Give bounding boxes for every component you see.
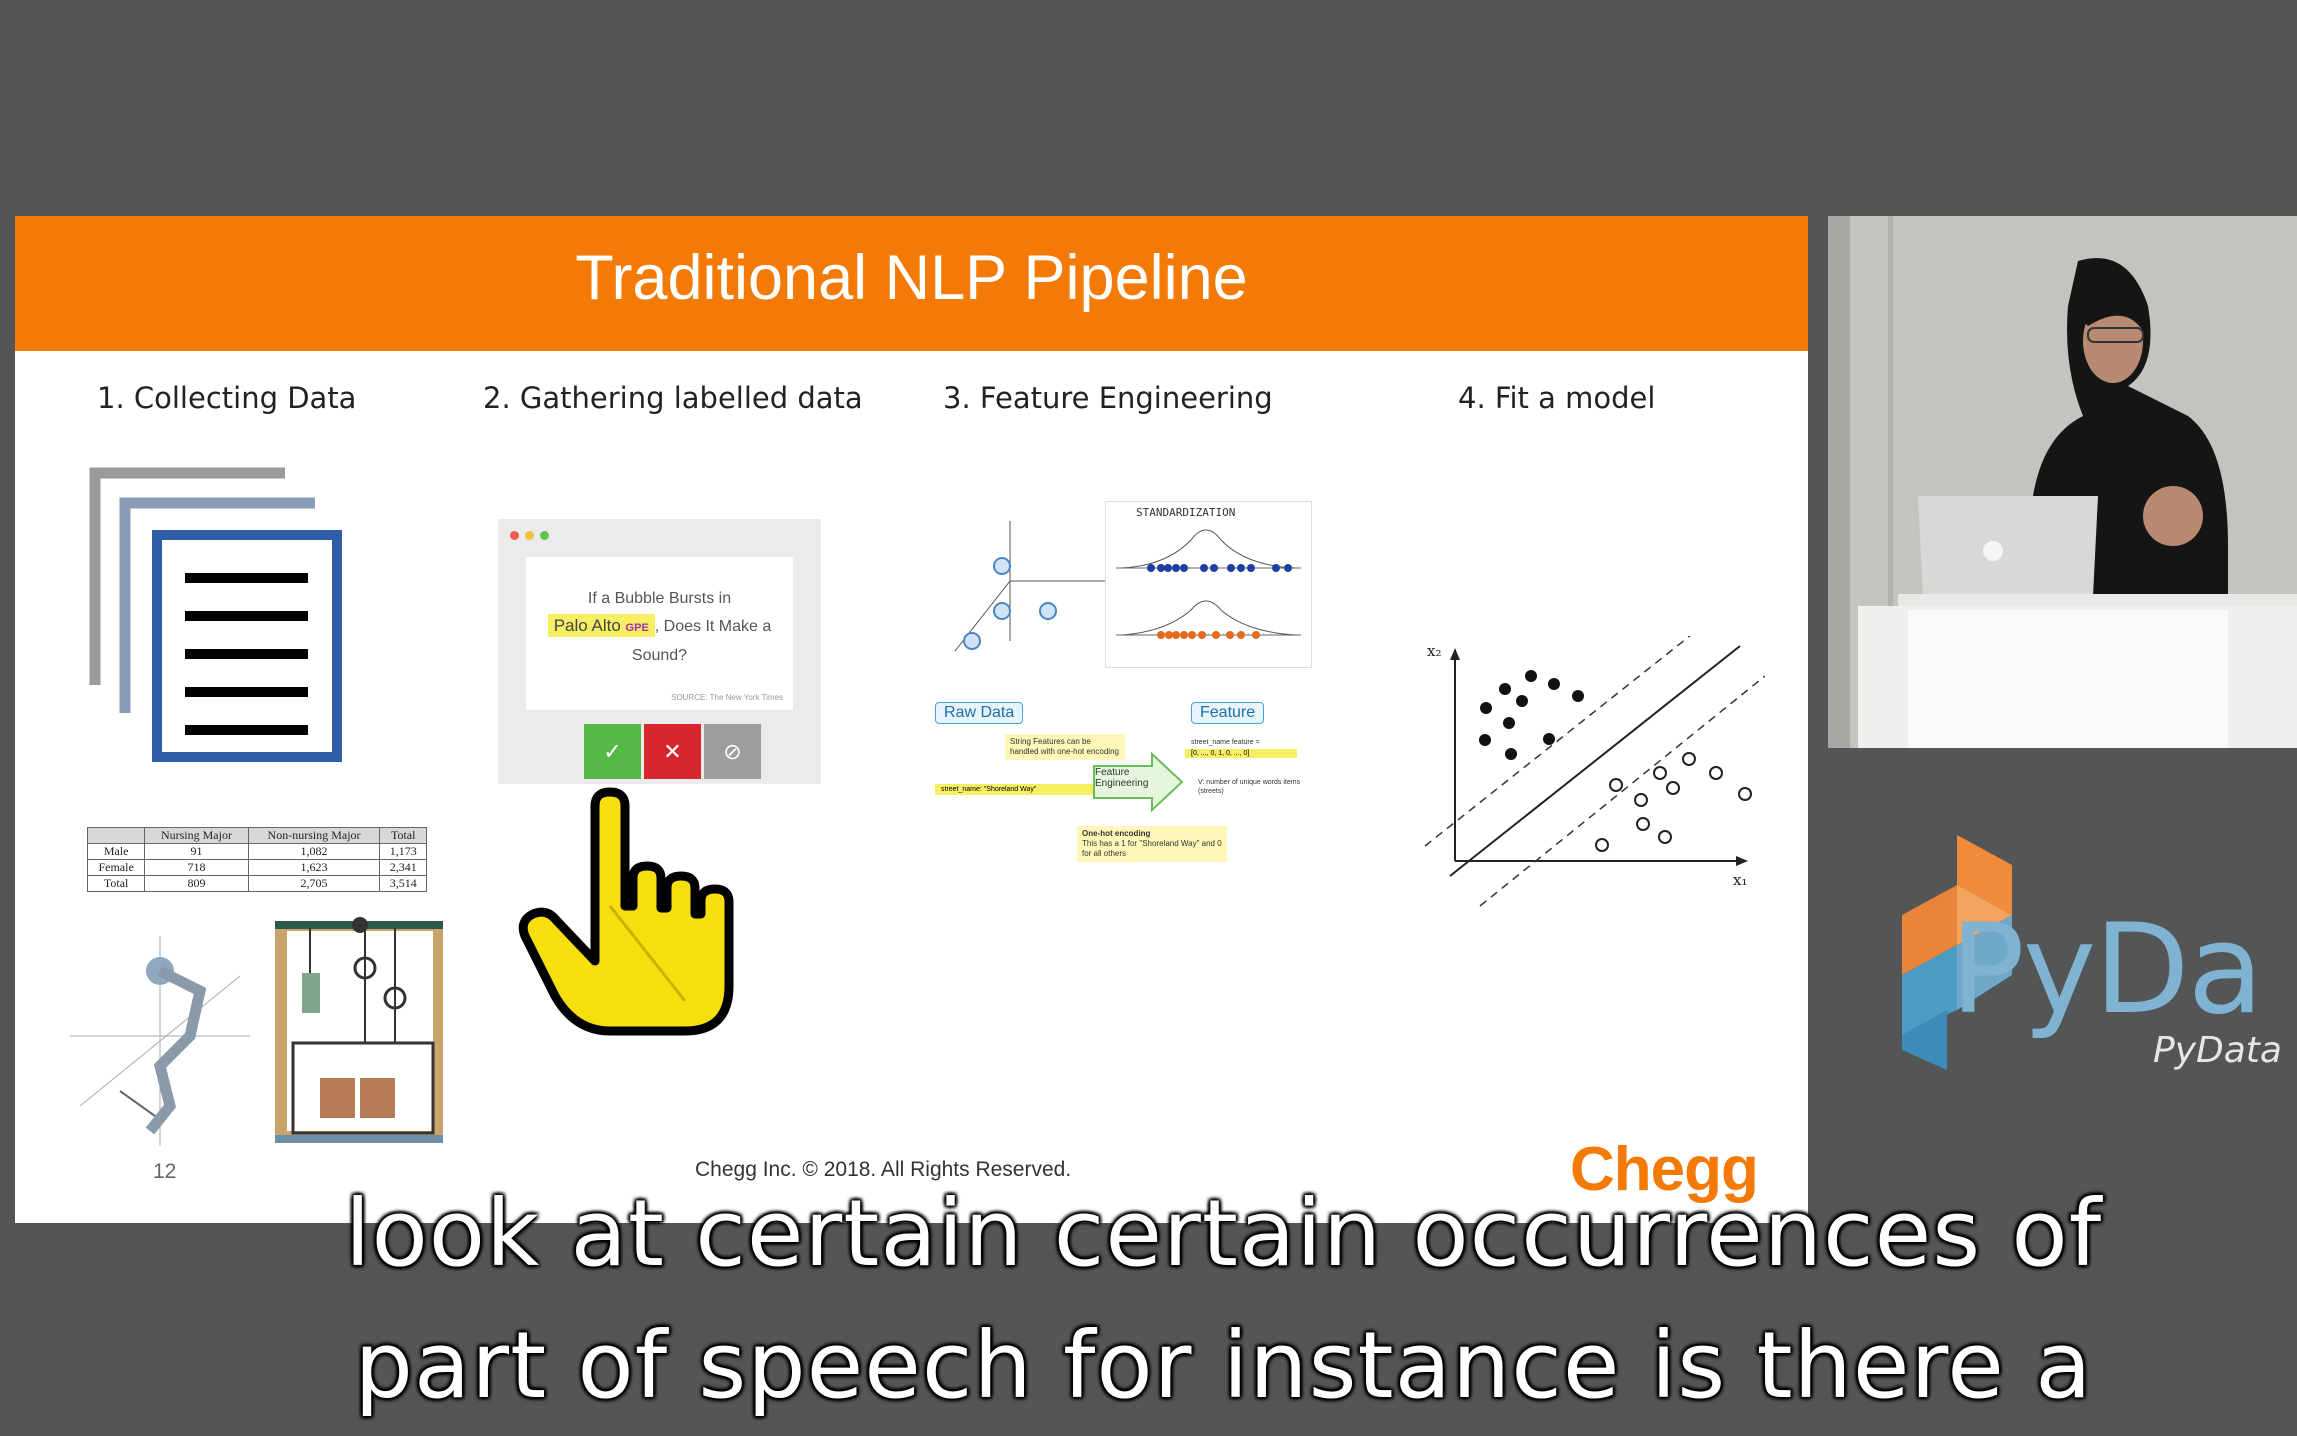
column-heading-labelled: 2. Gathering labelled data: [483, 381, 863, 415]
reject-button[interactable]: ✕: [644, 724, 701, 779]
table-cell: 2,705: [247, 875, 381, 892]
column-heading-feature: 3. Feature Engineering: [943, 381, 1273, 415]
subtitle-line-1: look at certain certain occurrences of: [344, 1180, 2103, 1287]
text-after: , Does It Make a: [654, 618, 772, 635]
text-end: Sound?: [631, 647, 688, 664]
source-note: SOURCE: The New York Times: [671, 693, 783, 702]
table-cell: Female: [86, 859, 146, 876]
table-cell: 809: [144, 875, 249, 892]
column-heading-model: 4. Fit a model: [1458, 381, 1656, 415]
table-cell: 1,082: [247, 843, 381, 860]
window-close-dot: [510, 531, 519, 540]
speaker-video: [1828, 216, 2297, 748]
table-cell: 1,173: [379, 843, 427, 860]
entity-highlight[interactable]: Palo Alto GPE: [547, 614, 655, 637]
window-maximize-dot: [540, 531, 549, 540]
one-hot-title: One-hot encoding: [1082, 829, 1151, 838]
accept-button[interactable]: ✓: [584, 724, 641, 779]
standardization-title: STANDARDIZATION: [1136, 506, 1236, 519]
speaker-video-frame: [1828, 216, 2297, 748]
one-hot-body: This has a 1 for "Shoreland Way" and 0 f…: [1082, 839, 1222, 858]
raw-data-tag: Raw Data: [935, 702, 1024, 724]
pointing-hand-icon: [518, 787, 734, 1036]
ignore-button[interactable]: ⊘: [704, 724, 761, 779]
labeling-tool-window: If a Bubble Bursts in Palo Alto GPE, Doe…: [498, 519, 821, 784]
pydata-wordmark: PyDa: [1950, 898, 2264, 1042]
presentation-slide: Traditional NLP Pipeline 1. Collecting D…: [15, 216, 1808, 1223]
documents-stack-icon: [89, 467, 342, 762]
table-cell: 2,341: [379, 859, 427, 876]
subtitle-line-2: part of speech for instance is there a: [354, 1312, 2093, 1419]
feature-tag: Feature: [1191, 702, 1265, 724]
window-minimize-dot: [525, 531, 534, 540]
pca-3d-plot: [954, 521, 1105, 652]
feature-vector: [0, ..., 0, 1, 0, ..., 0]: [1185, 749, 1297, 758]
table-cell: 1,623: [247, 859, 381, 876]
annotation-text: If a Bubble Bursts in Palo Alto GPE, Doe…: [526, 585, 793, 669]
entity-text: Palo Alto: [553, 616, 621, 635]
column-heading-collecting: 1. Collecting Data: [97, 381, 357, 415]
table-row: Total 809 2,705 3,514: [86, 875, 427, 892]
data-table: Nursing Major Non-nursing Major Total Ma…: [86, 827, 427, 892]
table-header-row: Nursing Major Non-nursing Major Total: [86, 827, 427, 844]
table-row: Male 91 1,082 1,173: [86, 843, 427, 860]
table-row: Female 718 1,623 2,341: [86, 859, 427, 876]
text-before: If a Bubble Bursts in: [587, 590, 732, 607]
table-cell: Total: [86, 875, 146, 892]
table-header-cell: Nursing Major: [144, 827, 249, 844]
table-cell: 718: [144, 859, 249, 876]
entity-label: GPE: [625, 622, 649, 634]
pipe-diagram-figure: [70, 936, 250, 1146]
svm-y-label: x₂: [1427, 642, 1441, 660]
table-header-cell: Non-nursing Major: [247, 827, 381, 844]
table-cell: Male: [86, 843, 146, 860]
table-header-cell: [86, 827, 146, 844]
slide-title: Traditional NLP Pipeline: [575, 243, 1248, 313]
table-cell: 3,514: [379, 875, 427, 892]
elevator-diagram-figure: [275, 917, 443, 1143]
slide-footer-copyright: Chegg Inc. © 2018. All Rights Reserved.: [695, 1158, 1072, 1181]
annotation-card: If a Bubble Bursts in Palo Alto GPE, Doe…: [526, 557, 793, 710]
slide-header-bar: Traditional NLP Pipeline: [15, 216, 1808, 351]
engineering-label: Feature Engineering: [1095, 767, 1149, 789]
table-header-cell: Total: [379, 827, 427, 844]
svm-x-label: x₁: [1733, 871, 1747, 889]
one-hot-note: One-hot encoding This has a 1 for "Shore…: [1077, 826, 1227, 862]
svm-plot: x₂ x₁: [1424, 636, 1765, 907]
feature-value: street_name feature =: [1191, 739, 1260, 746]
standardization-figure: STANDARDIZATION: [1105, 501, 1312, 668]
feature-note: V: number of unique words items (streets…: [1198, 779, 1301, 795]
table-cell: 91: [144, 843, 249, 860]
pydata-subtitle: PyData: [2153, 1030, 2282, 1071]
raw-value: street_name: "Shoreland Way": [935, 784, 1097, 795]
